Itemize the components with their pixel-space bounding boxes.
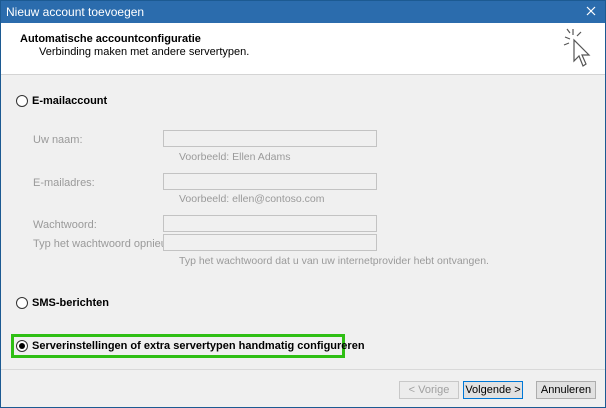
name-label: Uw naam: (33, 134, 83, 146)
sms-radio[interactable] (16, 297, 28, 309)
wizard-header: Automatische accountconfiguratie Verbind… (1, 23, 605, 75)
window-title: Nieuw account toevoegen (6, 5, 145, 19)
retype-password-input[interactable] (163, 234, 377, 251)
title-bar: Nieuw account toevoegen (1, 1, 605, 23)
cursor-sparkle-icon (563, 28, 591, 67)
footer-divider (1, 369, 605, 370)
password-input[interactable] (163, 215, 377, 232)
name-hint: Voorbeeld: Ellen Adams (179, 151, 291, 163)
manual-config-option[interactable]: Serverinstellingen of extra servertypen … (16, 340, 365, 352)
cancel-button[interactable]: Annuleren (536, 381, 596, 399)
back-button[interactable]: < Vorige (399, 381, 459, 399)
header-title: Automatische accountconfiguratie (20, 33, 201, 45)
email-account-option[interactable]: E-mailaccount (16, 95, 107, 107)
email-label: E-mailadres: (33, 177, 95, 189)
email-account-label: E-mailaccount (32, 95, 108, 107)
password-hint: Typ het wachtwoord dat u van uw internet… (179, 255, 489, 267)
email-account-radio[interactable] (16, 95, 28, 107)
name-input[interactable] (163, 130, 377, 147)
dialog-window: Nieuw account toevoegen Automatische acc… (0, 0, 606, 408)
password-label: Wachtwoord: (33, 219, 97, 231)
header-subtitle: Verbinding maken met andere servertypen. (39, 46, 250, 58)
email-hint: Voorbeeld: ellen@contoso.com (179, 193, 325, 205)
manual-config-radio[interactable] (16, 340, 28, 352)
sms-option[interactable]: SMS-berichten (16, 297, 109, 309)
retype-password-label: Typ het wachtwoord opnieuw: (33, 238, 178, 250)
sms-label: SMS-berichten (32, 297, 110, 309)
manual-config-label: Serverinstellingen of extra servertypen … (32, 340, 365, 352)
email-input[interactable] (163, 173, 377, 190)
next-button[interactable]: Volgende > (463, 381, 523, 399)
close-icon[interactable] (583, 3, 599, 19)
